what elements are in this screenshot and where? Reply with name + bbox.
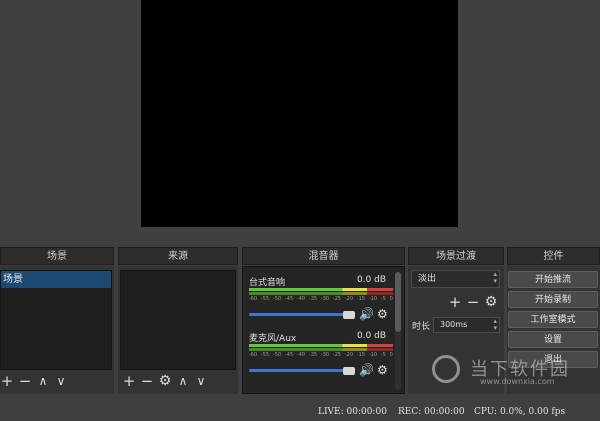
start-streaming-button[interactable]: 开始推流 [508, 271, 598, 288]
duration-spinbox[interactable]: 300ms ▴ ▾ [433, 317, 500, 333]
sources-dock: + − ⚙ ∧ ∨ [118, 266, 238, 394]
remove-scene-icon[interactable]: − [18, 374, 32, 389]
sources-toolbar: + − ⚙ ∧ ∨ [122, 374, 208, 389]
spin-arrows-icon: ▴ ▾ [493, 317, 497, 332]
duration-label: 时长 [412, 322, 431, 332]
volume-meter-desktop [249, 288, 393, 291]
channel-name-desktop: 台式音响 [249, 278, 286, 288]
transitions-dock-title: 场景过渡 [408, 247, 504, 265]
mixer-scrollbar-thumb[interactable] [395, 272, 401, 332]
volume-meter-desktop-2 [249, 292, 393, 295]
scenes-dock: 场景 + − ∧ ∨ [0, 266, 114, 394]
remove-source-icon[interactable]: − [140, 374, 154, 389]
controls-dock-title: 控件 [507, 247, 600, 265]
status-rec: REC: 00:00:00 [398, 407, 465, 417]
preview-canvas[interactable] [141, 0, 458, 227]
channel-db-desktop: 0.0 dB [356, 275, 386, 285]
volume-meter-mic-2 [249, 348, 393, 351]
speaker-icon-desktop[interactable]: 🔊 [359, 307, 374, 321]
transitions-toolbar: + − ⚙ [448, 295, 498, 310]
source-move-down-icon[interactable]: ∨ [194, 374, 208, 388]
settings-button[interactable]: 设置 [508, 331, 598, 348]
volume-slider-mic[interactable] [249, 369, 349, 372]
speaker-icon-mic[interactable]: 🔊 [359, 363, 374, 377]
meter-scale-mic: -60 -55 -50 -45 -40 -35 -30 -25 -20 -15 -10 -5 0 [249, 352, 393, 358]
sources-dock-title: 来源 [118, 247, 238, 265]
volume-slider-handle-mic[interactable] [343, 367, 355, 375]
status-live: LIVE: 00:00:00 [318, 407, 387, 417]
scenes-dock-title: 场景 [0, 247, 114, 265]
move-up-icon[interactable]: ∧ [36, 374, 50, 388]
transition-select[interactable]: 淡出 ▴ ▾ [411, 270, 500, 288]
mixer-dock: 台式音响 0.0 dB -60 -55 -50 -45 -40 -35 -30 -25 -20-… [242, 266, 405, 394]
volume-slider-desktop[interactable] [249, 313, 349, 316]
add-source-icon[interactable]: + [122, 374, 136, 389]
watermark-url: www.downxia.com [480, 377, 555, 386]
volume-meter-mic [249, 344, 393, 347]
source-move-up-icon[interactable]: ∧ [176, 374, 190, 388]
select-arrows-icon: ▴ ▾ [493, 270, 497, 285]
channel-db-mic: 0.0 dB [356, 331, 386, 341]
transition-select-value: 淡出 [418, 274, 437, 284]
add-transition-icon[interactable]: + [448, 295, 462, 310]
volume-slider-handle-desktop[interactable] [343, 311, 355, 319]
status-cpu: CPU: 0.0%, 0.00 fps [474, 407, 566, 417]
meter-scale-desktop: -60 -55 -50 -45 -40 -35 -30 -25 -20 -15 -10 -5 0 [249, 296, 393, 302]
scene-item[interactable]: 场景 [1, 271, 111, 288]
studio-mode-button[interactable]: 工作室模式 [508, 311, 598, 328]
gear-icon-desktop[interactable]: ⚙ [377, 307, 388, 321]
move-down-icon[interactable]: ∨ [54, 374, 68, 388]
watermark: 当下软件园 www.downxia.com [430, 353, 600, 393]
scenes-list[interactable]: 场景 [0, 270, 112, 370]
remove-transition-icon[interactable]: − [466, 295, 480, 310]
sources-list[interactable] [120, 270, 236, 370]
mixer-scrollbar[interactable] [395, 272, 401, 390]
channel-name-mic: 麦克风/Aux [249, 334, 297, 344]
transition-properties-gear-icon[interactable]: ⚙ [484, 295, 498, 309]
duration-value: 300ms [440, 320, 468, 329]
watermark-logo-icon [432, 355, 460, 383]
start-recording-button[interactable]: 开始录制 [508, 291, 598, 308]
source-properties-gear-icon[interactable]: ⚙ [158, 374, 172, 388]
mixer-dock-title: 混音器 [242, 247, 405, 265]
gear-icon-mic[interactable]: ⚙ [377, 363, 388, 377]
add-scene-icon[interactable]: + [0, 374, 14, 389]
scenes-toolbar: + − ∧ ∨ [0, 374, 68, 389]
preview-area [0, 0, 600, 246]
